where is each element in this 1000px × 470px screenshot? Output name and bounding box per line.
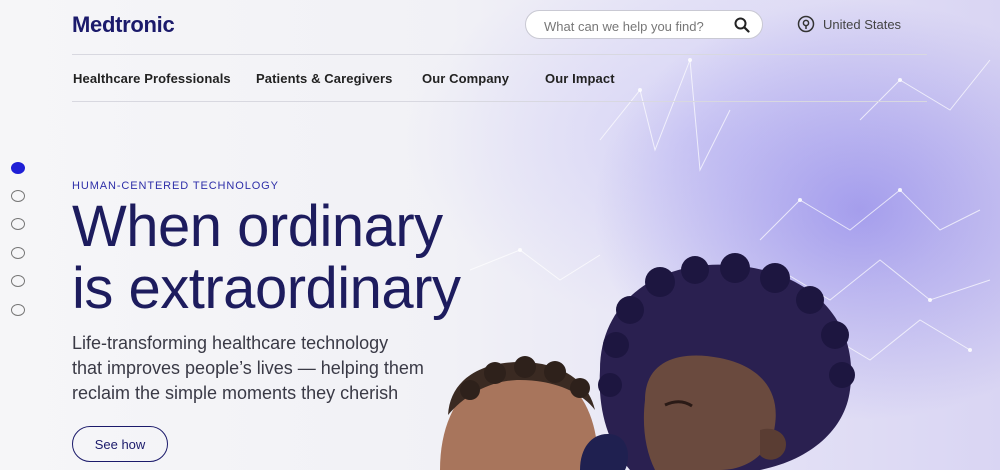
see-how-button[interactable]: See how (72, 426, 168, 462)
nav-item-healthcare-professionals[interactable]: Healthcare Professionals (73, 71, 231, 86)
search-input[interactable] (542, 16, 726, 36)
nav-item-our-company[interactable]: Our Company (422, 71, 509, 86)
hero-eyebrow: HUMAN-CENTERED TECHNOLOGY (72, 180, 279, 192)
medtronic-logo[interactable]: Medtronic (72, 12, 175, 38)
carousel-dot-3[interactable] (11, 218, 25, 230)
carousel-dot-2[interactable] (11, 190, 25, 202)
carousel-dot-1[interactable] (11, 162, 25, 174)
carousel-dot-5[interactable] (11, 275, 25, 287)
nav-item-patients-caregivers[interactable]: Patients & Caregivers (256, 71, 393, 86)
search-icon[interactable] (734, 17, 750, 33)
location-pin-icon (797, 15, 815, 33)
search-bar[interactable] (525, 10, 763, 39)
nav-item-our-impact[interactable]: Our Impact (545, 71, 615, 86)
carousel-dot-6[interactable] (11, 304, 25, 316)
sub-line-3: reclaim the simple moments they cherish (72, 383, 399, 403)
hero-photo (440, 253, 855, 470)
carousel-dot-4[interactable] (11, 247, 25, 259)
sub-line-2: that improves people’s lives — helping t… (72, 358, 424, 378)
sub-line-1: Life-transforming healthcare technology (72, 333, 389, 353)
nav-divider (72, 101, 927, 102)
header-divider (72, 54, 927, 55)
region-label: United States (823, 17, 902, 32)
hero-subheading: Life-transforming healthcare technology … (72, 331, 424, 406)
headline-line-1: When ordinary (72, 194, 443, 259)
hero-headline: When ordinary is extraordinary (72, 194, 461, 321)
headline-line-2: is extraordinary (72, 256, 461, 321)
